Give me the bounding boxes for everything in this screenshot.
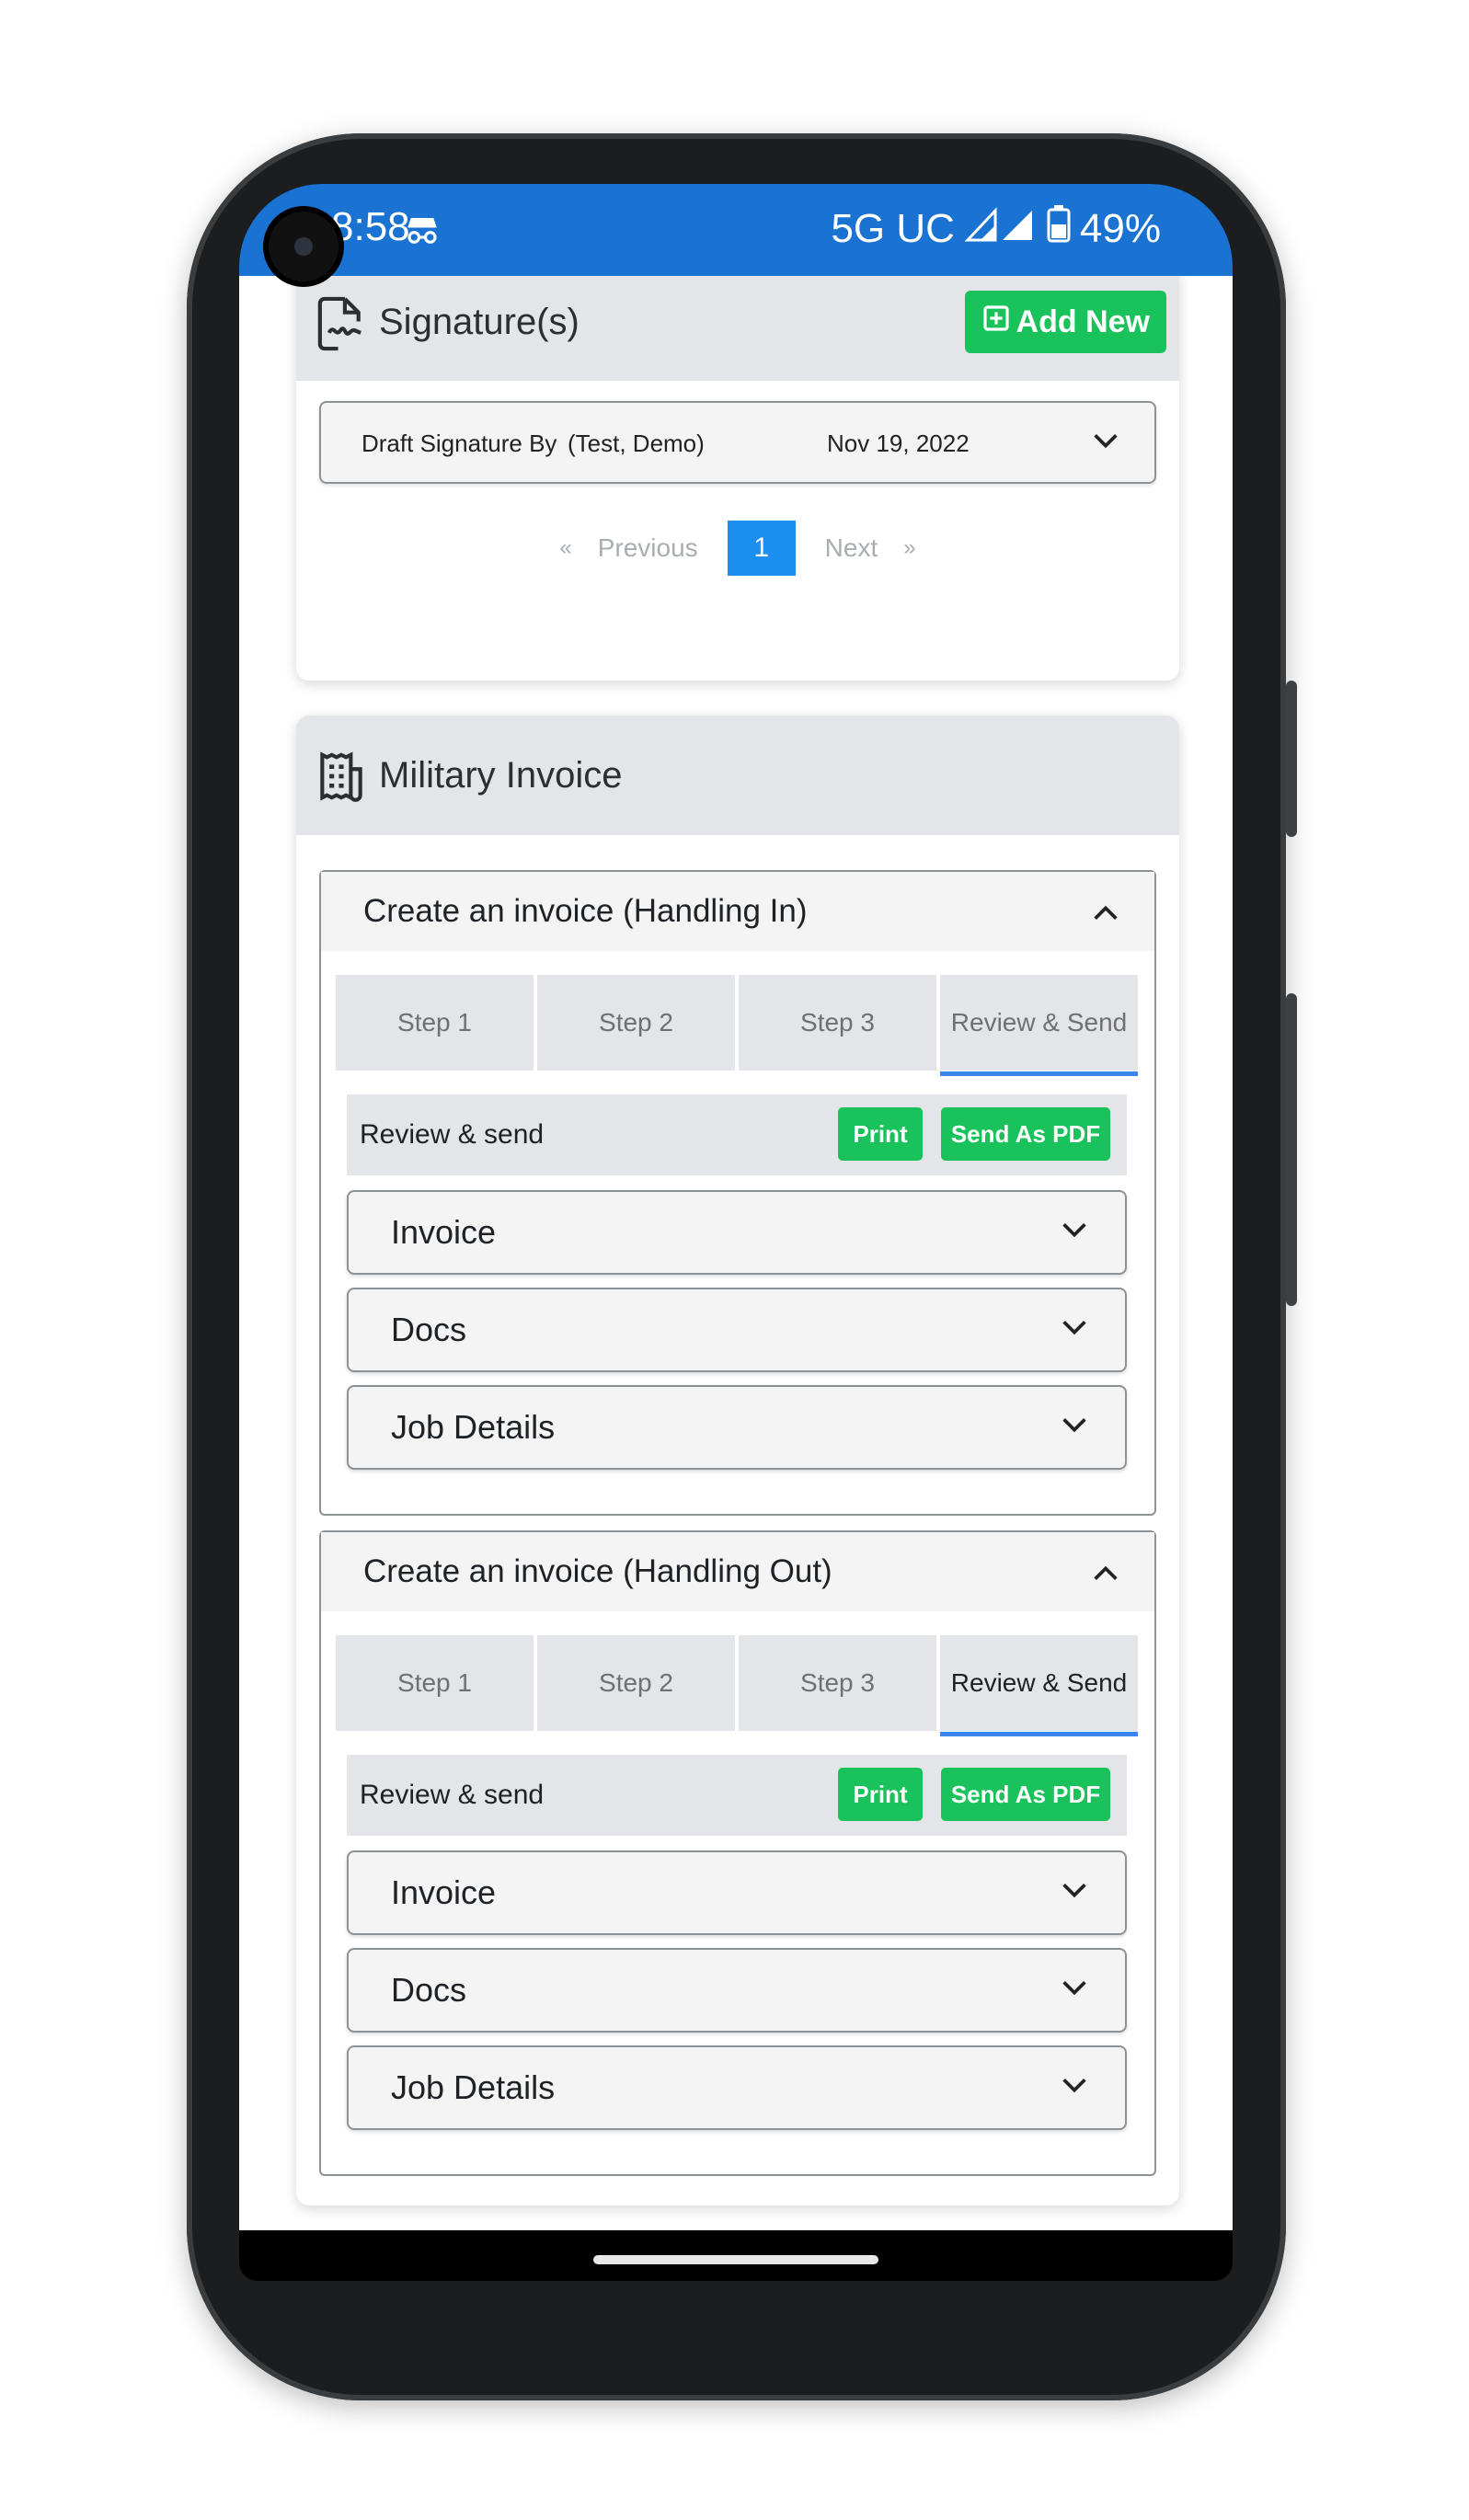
job-details-subsection[interactable]: Job Details bbox=[347, 2045, 1127, 2130]
job-details-subsection[interactable]: Job Details bbox=[347, 1385, 1127, 1470]
military-invoice-card: Military Invoice Create an invoice (Hand… bbox=[296, 716, 1179, 2205]
docs-label: Docs bbox=[391, 1971, 467, 2009]
tab-step-2[interactable]: Step 2 bbox=[537, 1635, 735, 1731]
signatures-header: Signature(s) Add New bbox=[296, 276, 1179, 381]
military-invoice-title: Military Invoice bbox=[379, 754, 623, 796]
tab-step-2[interactable]: Step 2 bbox=[537, 975, 735, 1071]
signatures-title: Signature(s) bbox=[379, 301, 580, 342]
send-as-pdf-button[interactable]: Send As PDF bbox=[941, 1768, 1110, 1821]
job-details-label: Job Details bbox=[391, 1408, 556, 1446]
signature-label: Draft Signature By bbox=[362, 430, 557, 457]
invoice-subsection[interactable]: Invoice bbox=[347, 1850, 1127, 1935]
handling-out-tabs: Step 1 Step 2 Step 3 Review & Send bbox=[336, 1635, 1138, 1736]
status-time: 8:58 bbox=[331, 204, 410, 249]
send-as-pdf-button[interactable]: Send As PDF bbox=[941, 1107, 1110, 1161]
invoice-receipt-icon bbox=[313, 748, 368, 803]
status-bar: 8:58 5G UC 49% bbox=[239, 184, 1233, 281]
status-indicators: 5G UC 49% bbox=[831, 204, 1161, 253]
signature-pagination: « Previous 1 Next » bbox=[296, 521, 1179, 576]
power-button bbox=[1286, 681, 1297, 837]
chevron-down-icon[interactable] bbox=[1059, 1409, 1090, 1440]
app-content: Signature(s) Add New Draft Signature By … bbox=[239, 276, 1233, 2230]
pagination-next[interactable]: Next bbox=[812, 533, 891, 563]
review-send-title: Review & send bbox=[360, 1780, 545, 1810]
invoice-label: Invoice bbox=[391, 1213, 497, 1251]
print-button[interactable]: Print bbox=[838, 1768, 923, 1821]
chevron-down-icon[interactable] bbox=[1059, 1214, 1090, 1245]
tab-review-send[interactable]: Review & Send bbox=[940, 975, 1138, 1076]
plus-square-icon bbox=[981, 304, 1011, 341]
signal-icon bbox=[964, 205, 1038, 252]
chevron-down-icon[interactable] bbox=[1059, 2069, 1090, 2101]
chevron-down-icon[interactable] bbox=[1090, 425, 1121, 456]
front-camera bbox=[269, 212, 339, 281]
handling-out-title: Create an invoice (Handling Out) bbox=[363, 1553, 832, 1589]
handling-out-review-bar: Review & send Print Send As PDF bbox=[347, 1755, 1127, 1836]
chevron-down-icon[interactable] bbox=[1059, 1312, 1090, 1343]
military-invoice-header: Military Invoice bbox=[296, 716, 1179, 835]
tab-step-3[interactable]: Step 3 bbox=[739, 1635, 936, 1731]
invoice-label: Invoice bbox=[391, 1873, 497, 1911]
chevron-down-icon[interactable] bbox=[1059, 1972, 1090, 2003]
handling-in-review-bar: Review & send Print Send As PDF bbox=[347, 1094, 1127, 1175]
docs-label: Docs bbox=[391, 1311, 467, 1348]
print-button[interactable]: Print bbox=[838, 1107, 923, 1161]
job-details-label: Job Details bbox=[391, 2068, 556, 2106]
signatures-card: Signature(s) Add New Draft Signature By … bbox=[296, 276, 1179, 681]
tab-step-3[interactable]: Step 3 bbox=[739, 975, 936, 1071]
tab-step-1[interactable]: Step 1 bbox=[336, 975, 534, 1071]
pagination-page-1[interactable]: 1 bbox=[727, 521, 796, 576]
pagination-previous[interactable]: Previous bbox=[585, 533, 711, 563]
review-send-title: Review & send bbox=[360, 1119, 545, 1150]
pagination-prev-symbol[interactable]: « bbox=[546, 535, 584, 561]
tab-step-1[interactable]: Step 1 bbox=[336, 1635, 534, 1731]
docs-subsection[interactable]: Docs bbox=[347, 1948, 1127, 2033]
phone-screen: 8:58 5G UC 49% Signature(s) Add New Draf… bbox=[239, 184, 1233, 2281]
add-new-label: Add New bbox=[1016, 304, 1150, 339]
navigation-bar bbox=[239, 2230, 1233, 2281]
chevron-up-icon[interactable] bbox=[1090, 1558, 1121, 1589]
invoice-subsection[interactable]: Invoice bbox=[347, 1190, 1127, 1275]
home-gesture-bar[interactable] bbox=[593, 2255, 878, 2264]
signature-date: Nov 19, 2022 bbox=[827, 430, 970, 457]
incognito-icon bbox=[403, 212, 442, 255]
chevron-down-icon[interactable] bbox=[1059, 1874, 1090, 1906]
invoice-handling-in-section: Create an invoice (Handling In) Step 1 S… bbox=[319, 870, 1156, 1516]
signature-name: (Test, Demo) bbox=[568, 430, 705, 457]
pagination-next-symbol[interactable]: » bbox=[890, 535, 928, 561]
docs-subsection[interactable]: Docs bbox=[347, 1288, 1127, 1372]
battery-percent: 49% bbox=[1079, 205, 1161, 251]
volume-button bbox=[1286, 993, 1297, 1306]
battery-icon bbox=[1047, 204, 1071, 253]
handling-out-header[interactable]: Create an invoice (Handling Out) bbox=[321, 1532, 1154, 1611]
network-label: 5G UC bbox=[831, 205, 955, 251]
tab-review-send[interactable]: Review & Send bbox=[940, 1635, 1138, 1736]
chevron-up-icon[interactable] bbox=[1090, 898, 1121, 929]
handling-in-tabs: Step 1 Step 2 Step 3 Review & Send bbox=[336, 975, 1138, 1076]
invoice-handling-out-section: Create an invoice (Handling Out) Step 1 … bbox=[319, 1530, 1156, 2176]
add-new-signature-button[interactable]: Add New bbox=[964, 291, 1166, 353]
handling-in-title: Create an invoice (Handling In) bbox=[363, 893, 808, 929]
handling-in-header[interactable]: Create an invoice (Handling In) bbox=[321, 872, 1154, 951]
signature-entry[interactable]: Draft Signature By (Test, Demo) Nov 19, … bbox=[319, 401, 1156, 484]
signature-document-icon bbox=[313, 294, 368, 351]
